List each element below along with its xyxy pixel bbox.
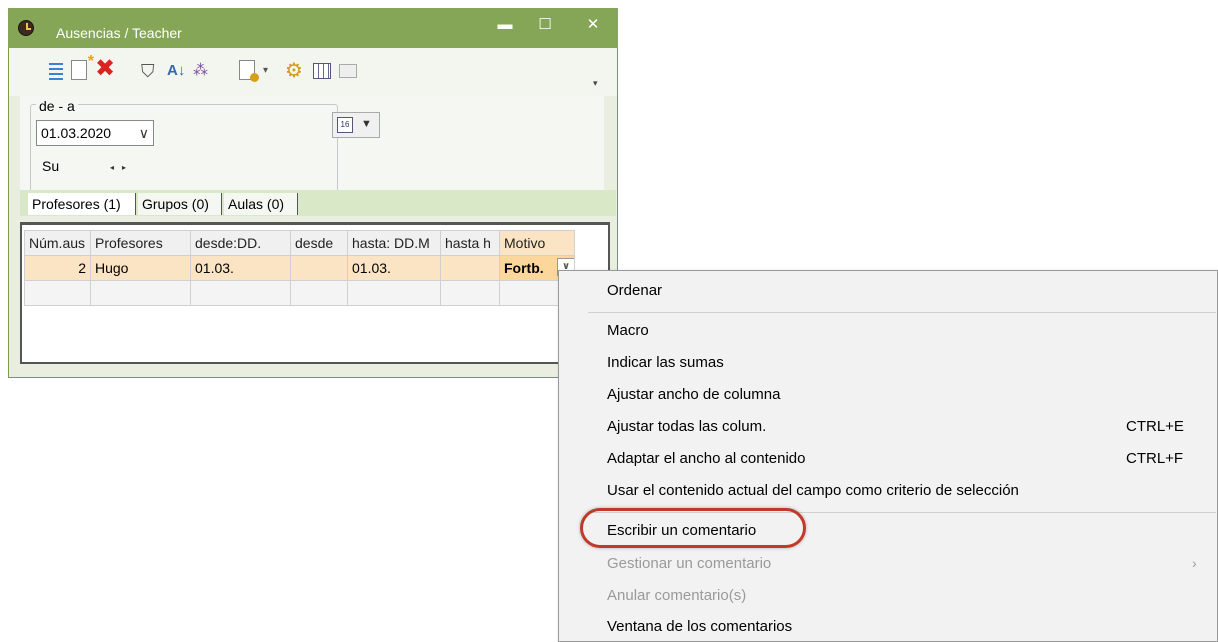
menu-item-ajustar-todas[interactable]: Ajustar todas las colum. — [607, 418, 766, 435]
menu-item-anular-comentario: Anular comentario(s) — [607, 587, 747, 604]
window-title: Ausencias / Teacher — [56, 25, 182, 41]
date-nav-arrows[interactable]: ◂▸ — [110, 163, 134, 172]
grid-icon[interactable] — [313, 63, 331, 79]
column-header[interactable]: hasta: DD.M — [347, 230, 441, 256]
table-cell[interactable]: Hugo — [90, 255, 191, 281]
table-cell[interactable] — [190, 280, 291, 306]
dropdown-arrow-icon[interactable]: ▾ — [263, 60, 285, 82]
menu-item-macro[interactable]: Macro — [607, 322, 649, 339]
chevron-down-icon[interactable]: ∨ — [139, 121, 149, 145]
column-header[interactable]: desde — [290, 230, 348, 256]
table-row[interactable]: 2 Hugo 01.03. 01.03. Fortb. ∨ — [24, 255, 575, 281]
menu-separator — [588, 312, 1216, 313]
new-record-icon[interactable] — [71, 53, 94, 80]
table-cell[interactable] — [440, 280, 500, 306]
minimize-button[interactable]: ▬ — [490, 12, 520, 38]
title-bar[interactable]: Ausencias / Teacher ▬ ☐ ✕ — [8, 8, 618, 48]
day-label: Su — [42, 158, 60, 174]
document-settings-icon[interactable] — [239, 60, 259, 82]
column-header[interactable]: Núm.aus — [24, 230, 91, 256]
toolbar: ✖ ⛉ A↓ ⁂ ▾ ⚙ ▾ — [9, 48, 617, 96]
maximize-button[interactable]: ☐ — [530, 12, 560, 38]
column-header[interactable]: desde:DD. — [190, 230, 291, 256]
share-icon[interactable]: ⁂ — [193, 60, 215, 82]
shortcut-ctrl-e: CTRL+E — [1126, 418, 1184, 435]
sort-icon[interactable]: A↓ — [167, 60, 189, 82]
table-row[interactable] — [24, 280, 575, 306]
table-header-row: Núm.aus Profesores desde:DD. desde hasta… — [24, 230, 575, 256]
menu-item-ventana-comentarios[interactable]: Ventana de los comentarios — [607, 618, 792, 635]
menu-item-usar-contenido[interactable]: Usar el contenido actual del campo como … — [607, 482, 1019, 499]
highlight-ring — [580, 508, 806, 548]
menu-item-gestionar-comentario: Gestionar un comentario — [607, 555, 772, 572]
date-range-label: de - a — [36, 98, 78, 114]
table-cell[interactable] — [440, 255, 500, 281]
chevron-down-icon: ▼ — [361, 118, 372, 130]
close-button[interactable]: ✕ — [578, 12, 608, 38]
gear-icon[interactable]: ⚙ — [285, 60, 307, 82]
list-icon[interactable] — [45, 60, 67, 82]
menu-item-adaptar-ancho[interactable]: Adaptar el ancho al contenido — [607, 450, 805, 467]
menu-item-ajustar-ancho[interactable]: Ajustar ancho de columna — [607, 386, 780, 403]
tab-aulas[interactable]: Aulas (0) — [224, 193, 298, 215]
table-cell[interactable]: 01.03. — [347, 255, 441, 281]
filter-icon[interactable]: ⛉ — [141, 60, 163, 82]
table-cell[interactable]: 2 — [24, 255, 91, 281]
menu-item-ordenar[interactable]: Ordenar — [607, 282, 662, 299]
tab-grupos[interactable]: Grupos (0) — [138, 193, 222, 215]
column-header[interactable]: Profesores — [90, 230, 191, 256]
table-cell[interactable] — [24, 280, 91, 306]
table-cell[interactable] — [290, 280, 348, 306]
tab-profesores[interactable]: Profesores (1) — [28, 193, 136, 215]
table-cell[interactable] — [347, 280, 441, 306]
absences-table: Núm.aus Profesores desde:DD. desde hasta… — [24, 230, 575, 306]
column-header[interactable]: Motivo — [499, 230, 575, 256]
table-cell[interactable]: 01.03. — [190, 255, 291, 281]
calendar-dropdown-button[interactable]: 16 ▼ — [332, 112, 380, 138]
calendar-icon: 16 — [337, 117, 353, 133]
shortcut-ctrl-f: CTRL+F — [1126, 450, 1184, 467]
table-cell[interactable] — [290, 255, 348, 281]
date-value: 01.03.2020 — [41, 125, 112, 141]
date-range-group — [30, 104, 338, 194]
table-cell[interactable] — [90, 280, 191, 306]
clock-app-icon — [18, 20, 34, 36]
date-combo[interactable]: 01.03.2020 ∨ — [36, 120, 154, 146]
delete-icon[interactable]: ✖ — [95, 57, 117, 81]
calendar-disabled-icon — [339, 64, 357, 78]
motivo-value: Fortb. — [504, 260, 544, 276]
column-header[interactable]: hasta h — [440, 230, 500, 256]
menu-item-indicar-sumas[interactable]: Indicar las sumas — [607, 354, 724, 371]
chevron-right-icon: › — [1192, 555, 1197, 571]
